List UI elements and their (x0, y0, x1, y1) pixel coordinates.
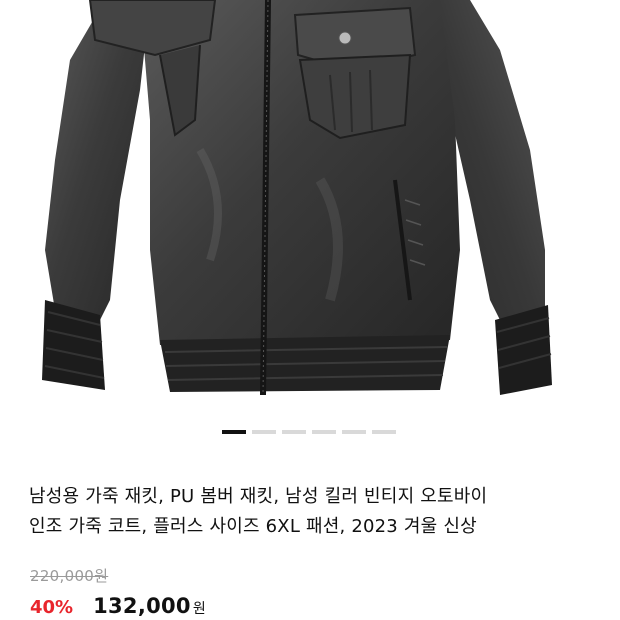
carousel-indicator (222, 430, 396, 434)
price-row: 40% 132,000 원 (30, 594, 206, 618)
product-title: 남성용 가죽 재킷, PU 봄버 재킷, 남성 킬러 빈티지 오토바이 인조 가… (29, 482, 599, 542)
leather-jacket-image (42, 0, 552, 396)
carousel-dot[interactable] (372, 430, 396, 434)
currency-label: 원 (192, 601, 206, 617)
product-image-carousel[interactable] (0, 0, 620, 412)
discount-rate: 40% (30, 597, 74, 618)
carousel-dot[interactable] (252, 430, 276, 434)
carousel-dot[interactable] (342, 430, 366, 434)
carousel-dot[interactable] (282, 430, 306, 434)
sale-price: 132,000 (93, 594, 191, 618)
carousel-dot[interactable] (312, 430, 336, 434)
carousel-dot[interactable] (222, 430, 246, 434)
product-title-line-1: 남성용 가죽 재킷, PU 봄버 재킷, 남성 킬러 빈티지 오토바이 (29, 486, 488, 507)
product-detail-page: 남성용 가죽 재킷, PU 봄버 재킷, 남성 킬러 빈티지 오토바이 인조 가… (0, 0, 620, 620)
product-title-line-2: 인조 가죽 코트, 플러스 사이즈 6XL 패션, 2023 겨울 신상 (29, 516, 477, 537)
original-price: 220,000원 (30, 567, 109, 585)
